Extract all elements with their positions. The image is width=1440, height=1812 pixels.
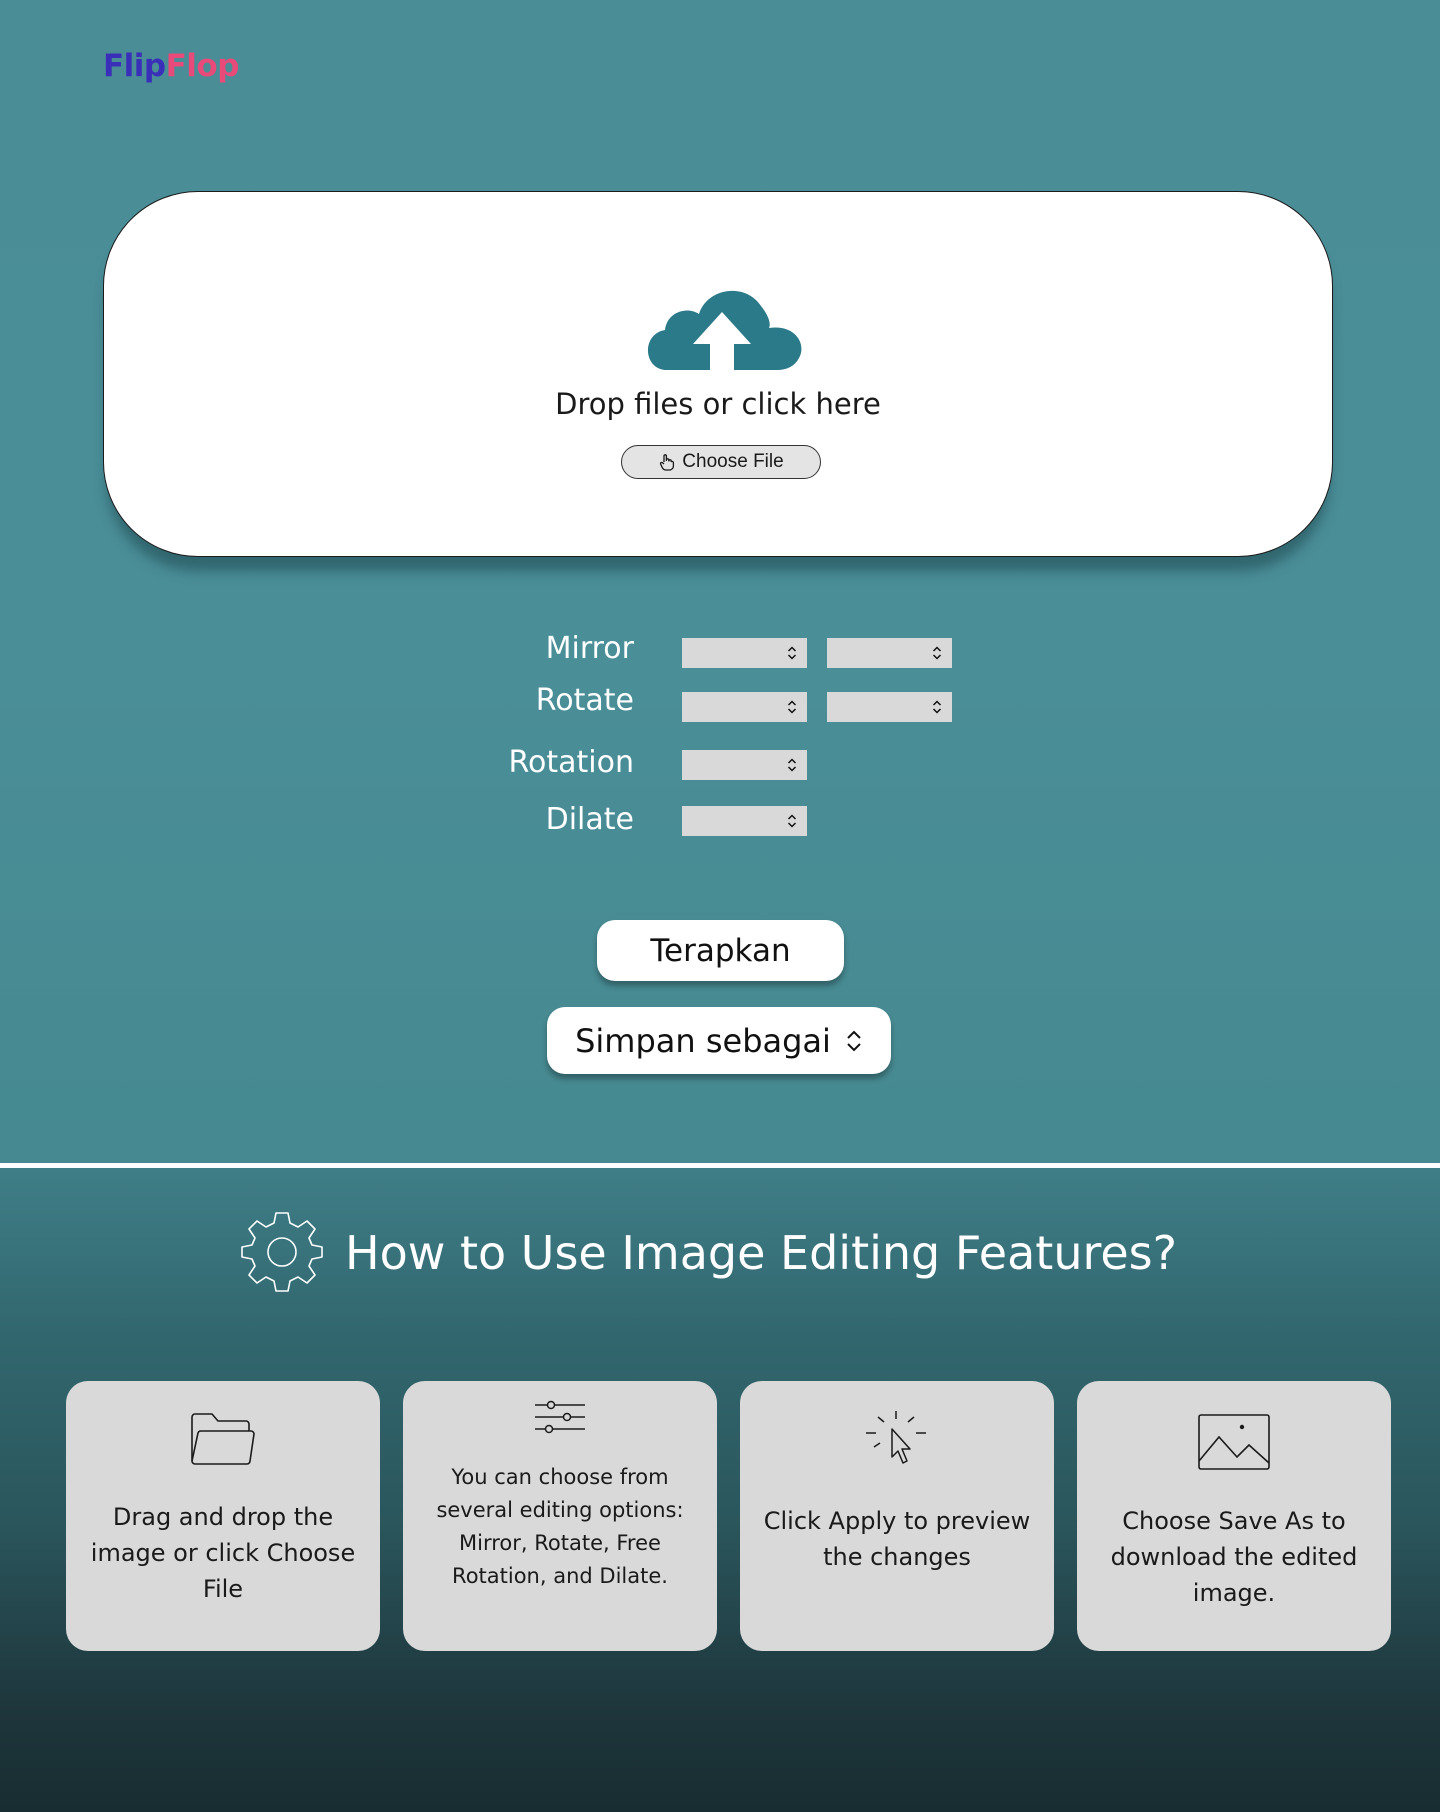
- rotation-select[interactable]: [682, 750, 807, 780]
- logo-flop: Flop: [165, 48, 240, 84]
- howto-card-options: You can choose from several editing opti…: [403, 1381, 717, 1651]
- howto-card-apply: Click Apply to preview the changes: [740, 1381, 1054, 1651]
- rotate-label: Rotate: [535, 683, 634, 718]
- howto-card-text: You can choose from several editing opti…: [436, 1465, 684, 1588]
- logo-flip: Flip: [103, 48, 166, 84]
- apply-button[interactable]: Terapkan: [597, 920, 844, 981]
- image-icon: [1198, 1414, 1270, 1470]
- howto-title: How to Use Image Editing Features?: [345, 1226, 1178, 1280]
- mirror-select-2[interactable]: [827, 638, 952, 668]
- dilate-label: Dilate: [545, 802, 634, 837]
- choose-file-label: Choose File: [682, 451, 784, 472]
- chevron-updown-icon: [932, 700, 942, 714]
- howto-card-upload: Drag and drop the image or click Choose …: [66, 1381, 380, 1651]
- file-dropzone[interactable]: Drop files or click here Choose File: [103, 191, 1333, 557]
- rotation-label: Rotation: [508, 745, 634, 780]
- chevron-updown-icon: [932, 646, 942, 660]
- click-cursor-icon: [866, 1411, 926, 1464]
- app-logo[interactable]: FlipFlop: [103, 48, 239, 84]
- cloud-upload-icon: [647, 290, 802, 370]
- chevron-updown-icon: [787, 814, 797, 828]
- rotate-select-2[interactable]: [827, 692, 952, 722]
- mirror-select-1[interactable]: [682, 638, 807, 668]
- howto-card-text: Choose Save As to download the edited im…: [1110, 1507, 1358, 1607]
- howto-card-save: Choose Save As to download the edited im…: [1077, 1381, 1391, 1651]
- chevron-updown-icon: [787, 758, 797, 772]
- editor-section: [0, 0, 1440, 1164]
- howto-card-text: Click Apply to preview the changes: [763, 1507, 1031, 1571]
- chevron-updown-icon: [847, 1030, 861, 1051]
- choose-file-button[interactable]: Choose File: [621, 445, 821, 479]
- folder-icon: [191, 1413, 255, 1465]
- apply-label: Terapkan: [650, 932, 791, 969]
- rotate-select-1[interactable]: [682, 692, 807, 722]
- hand-pointer-icon: [660, 454, 675, 471]
- gear-icon: [241, 1212, 323, 1292]
- mirror-label: Mirror: [545, 631, 634, 666]
- save-as-select[interactable]: Simpan sebagai: [547, 1007, 891, 1074]
- howto-card-text: Drag and drop the image or click Choose …: [90, 1503, 356, 1603]
- chevron-updown-icon: [787, 700, 797, 714]
- save-as-label: Simpan sebagai: [575, 1021, 831, 1060]
- dilate-select[interactable]: [682, 806, 807, 836]
- drop-prompt: Drop files or click here: [555, 387, 881, 421]
- sliders-icon: [535, 1400, 585, 1434]
- chevron-updown-icon: [787, 646, 797, 660]
